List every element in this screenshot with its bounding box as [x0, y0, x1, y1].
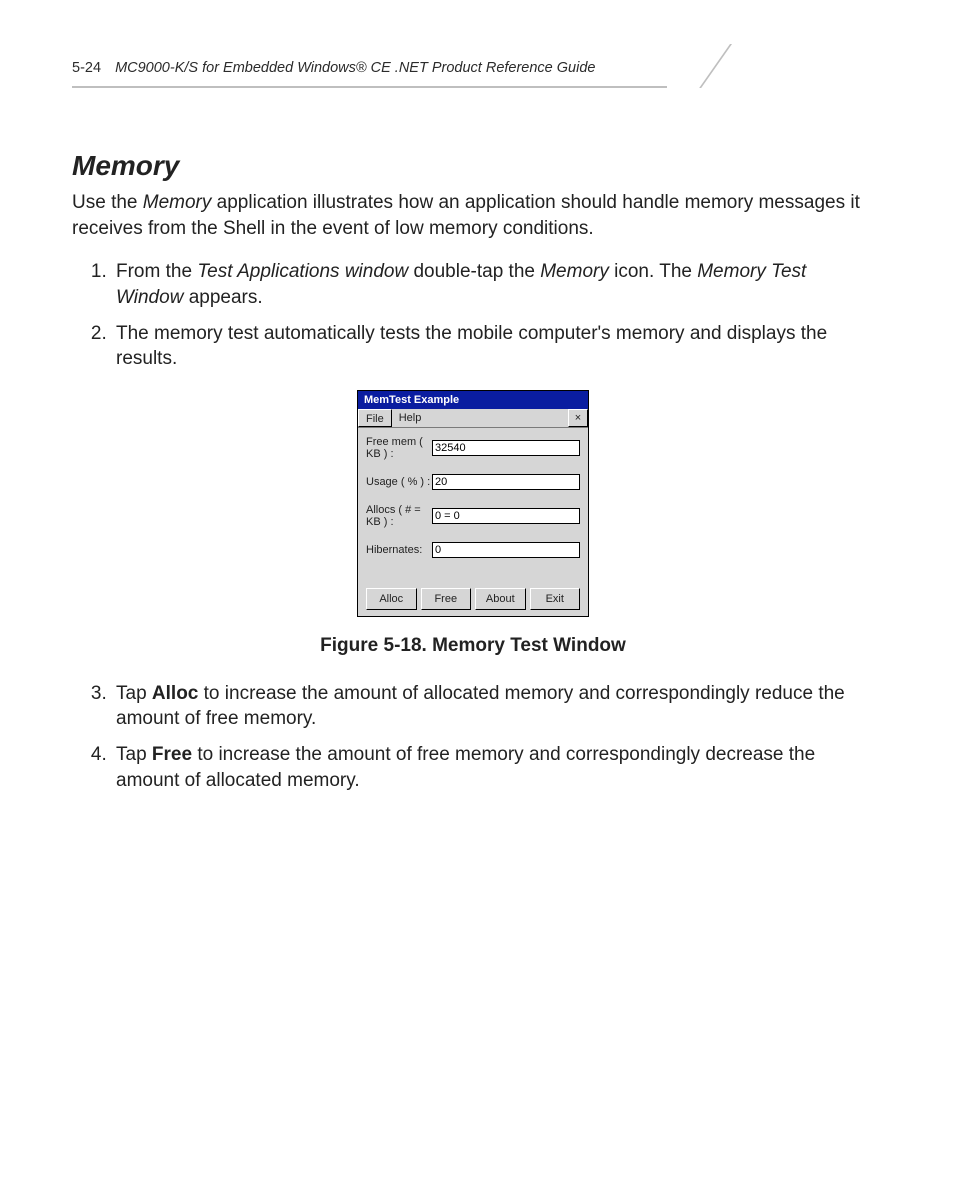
exit-button[interactable]: Exit	[530, 588, 581, 610]
allocs-input[interactable]	[432, 508, 580, 524]
doc-title: MC9000-K/S for Embedded Windows® CE .NET…	[115, 60, 595, 76]
alloc-button[interactable]: Alloc	[366, 588, 417, 610]
menu-bar: File Help ×	[358, 409, 588, 428]
about-button[interactable]: About	[475, 588, 526, 610]
section-title: Memory	[72, 150, 874, 182]
figure-caption: Figure 5-18. Memory Test Window	[320, 635, 626, 657]
menu-file[interactable]: File	[358, 409, 392, 427]
header-rule	[72, 86, 667, 88]
hibernates-label: Hibernates:	[366, 544, 432, 556]
free-mem-input[interactable]	[432, 440, 580, 456]
steps-list-top: From the Test Applications window double…	[106, 259, 874, 372]
step-4: Tap Free to increase the amount of free …	[112, 742, 874, 793]
allocs-label: Allocs ( # = KB ) :	[366, 504, 432, 528]
memtest-window: MemTest Example File Help × Free mem ( K…	[357, 390, 589, 617]
figure-memtest: MemTest Example File Help × Free mem ( K…	[72, 390, 874, 657]
page-number: 5-24	[72, 60, 101, 76]
page-header: 5-24 MC9000-K/S for Embedded Windows® CE…	[72, 60, 874, 100]
free-button[interactable]: Free	[421, 588, 472, 610]
step-1: From the Test Applications window double…	[112, 259, 874, 310]
free-mem-label: Free mem ( KB ) :	[366, 436, 432, 460]
menu-help[interactable]: Help	[392, 409, 429, 427]
close-button[interactable]: ×	[568, 409, 588, 427]
window-titlebar[interactable]: MemTest Example	[358, 391, 588, 409]
steps-list-bottom: Tap Alloc to increase the amount of allo…	[106, 681, 874, 794]
usage-input[interactable]	[432, 474, 580, 490]
intro-paragraph: Use the Memory application illustrates h…	[72, 190, 874, 241]
step-3: Tap Alloc to increase the amount of allo…	[112, 681, 874, 732]
step-2: The memory test automatically tests the …	[112, 321, 874, 372]
hibernates-input[interactable]	[432, 542, 580, 558]
usage-label: Usage ( % ) :	[366, 476, 432, 488]
window-body: Free mem ( KB ) : Usage ( % ) : Allocs (…	[358, 428, 588, 616]
header-diagonal	[634, 44, 732, 88]
